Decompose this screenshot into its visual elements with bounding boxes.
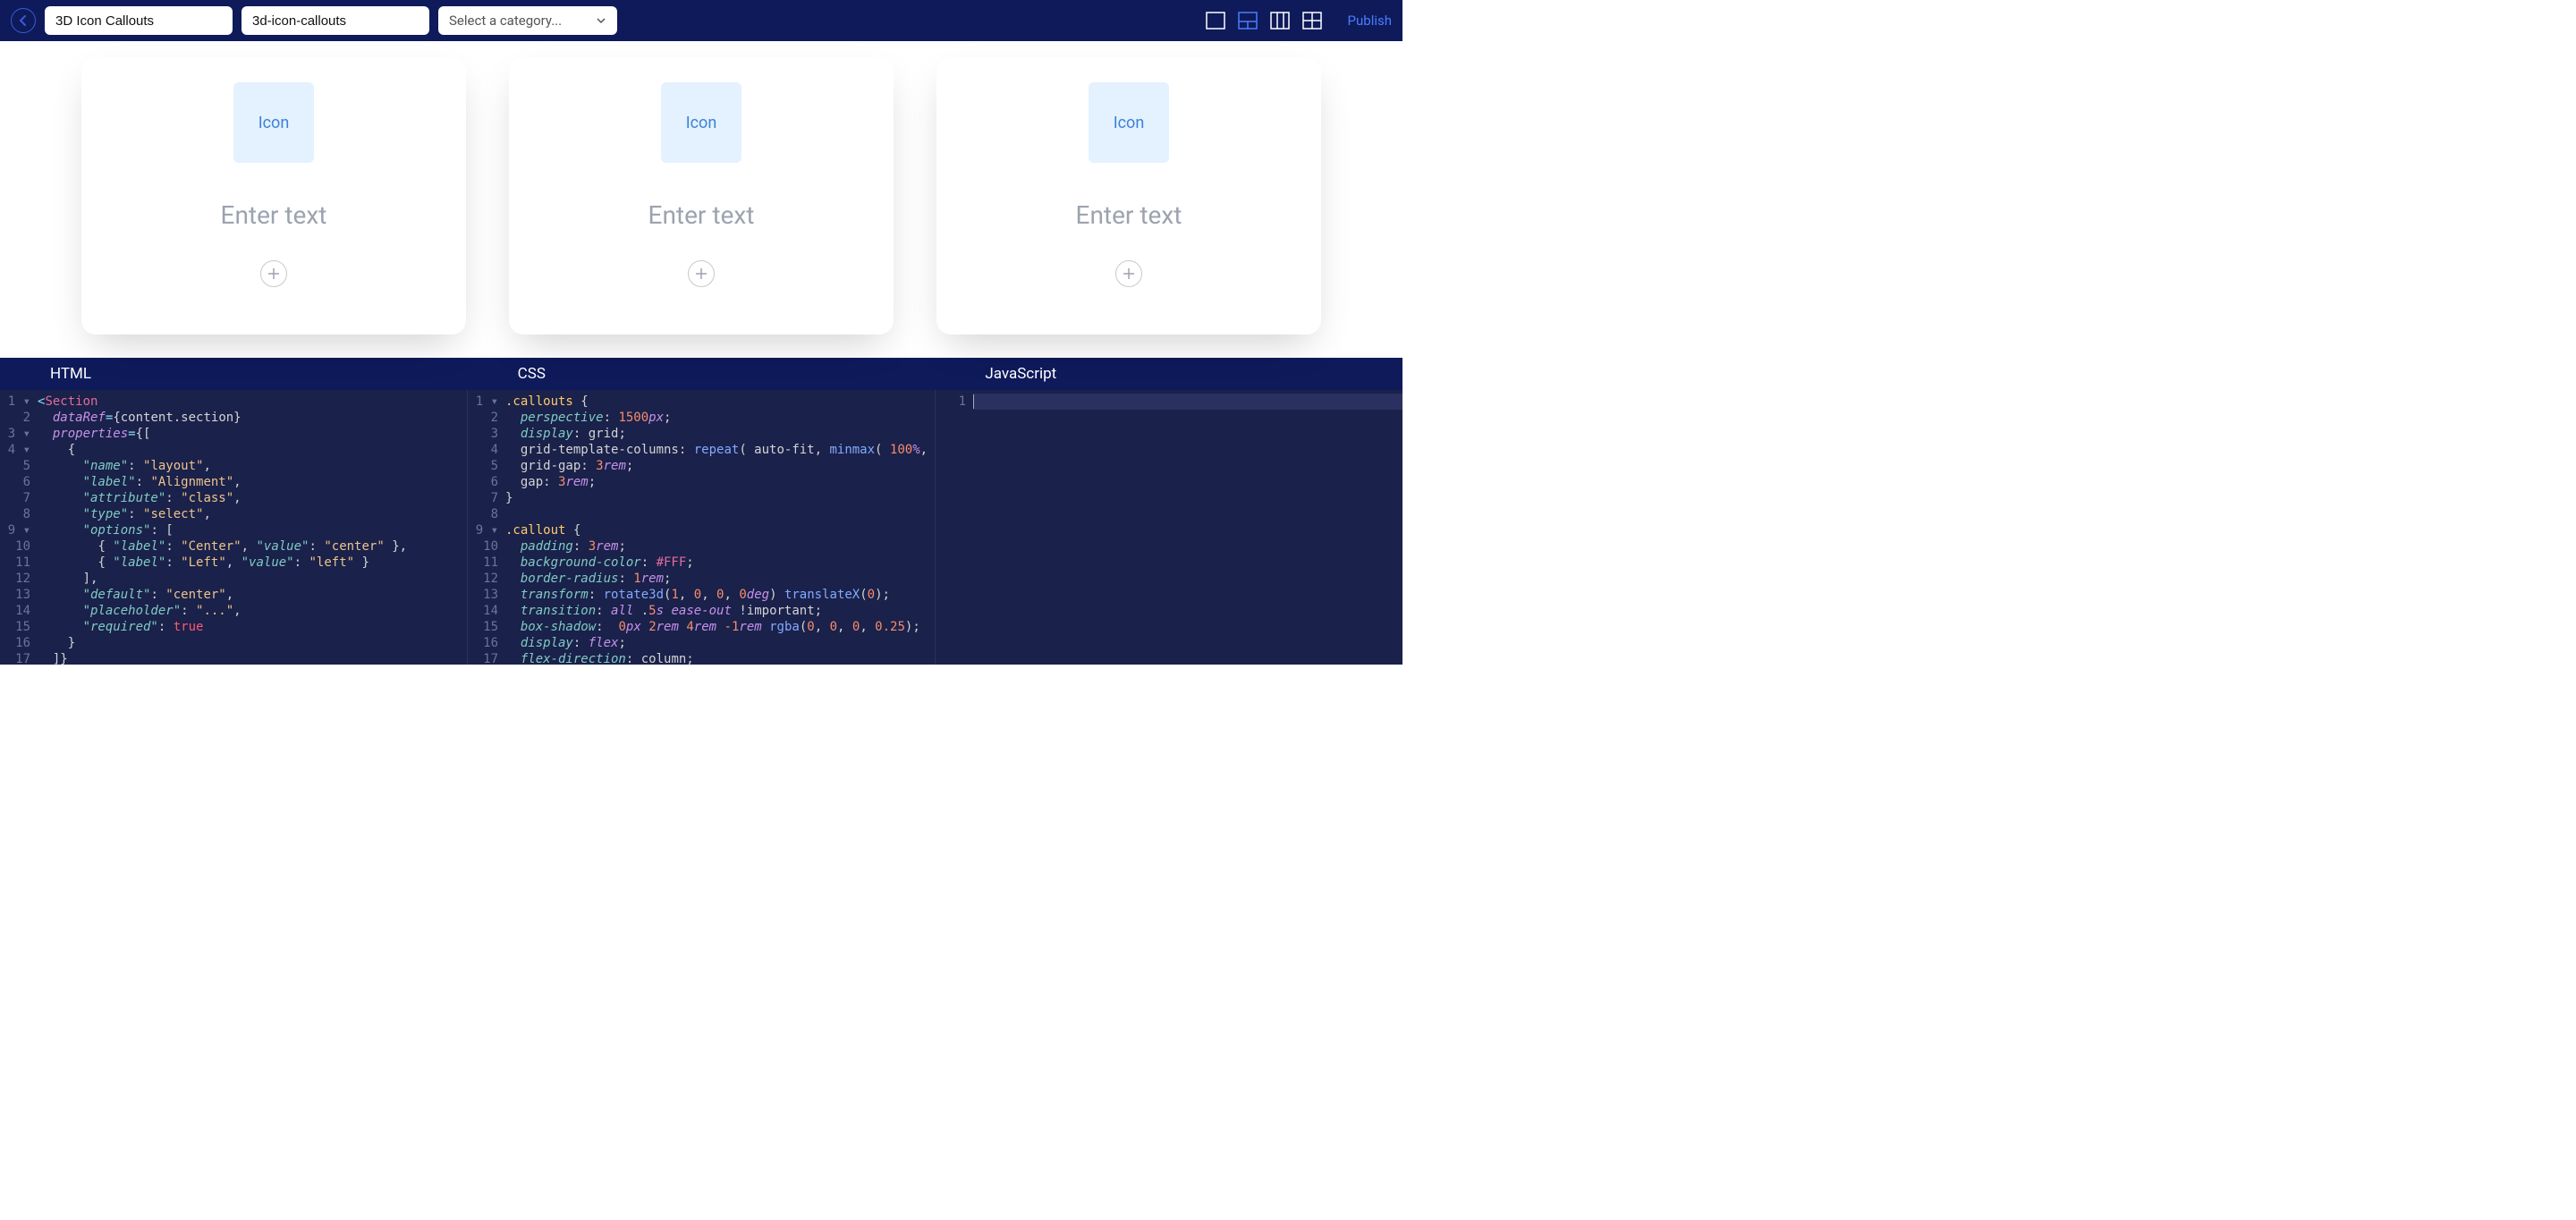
publish-button[interactable]: Publish [1348, 13, 1392, 29]
plus-icon [695, 267, 708, 280]
layout-grid-icon[interactable] [1301, 11, 1323, 30]
layout-split-bottom-icon[interactable] [1237, 11, 1258, 30]
add-button[interactable] [1115, 260, 1142, 287]
html-editor[interactable]: 1 ▾23 ▾4 ▾56789 ▾1011121314151617 <Secti… [0, 390, 468, 665]
add-button[interactable] [688, 260, 715, 287]
layout-single-icon[interactable] [1205, 11, 1226, 30]
icon-placeholder[interactable]: Icon [661, 82, 741, 163]
plus-icon [1123, 267, 1135, 280]
icon-placeholder[interactable]: Icon [233, 82, 314, 163]
css-tab[interactable]: CSS [468, 358, 936, 390]
js-editor[interactable]: 1 [936, 390, 1402, 665]
html-code[interactable]: <Section dataRef={content.section} prope… [38, 390, 467, 665]
html-gutter: 1 ▾23 ▾4 ▾56789 ▾1011121314151617 [0, 390, 38, 665]
js-gutter: 1 [936, 390, 973, 665]
text-placeholder[interactable]: Enter text [648, 200, 755, 230]
callout-card[interactable]: Icon Enter text [936, 57, 1321, 335]
title-input[interactable] [45, 6, 233, 35]
js-tab[interactable]: JavaScript [935, 358, 1402, 390]
text-placeholder[interactable]: Enter text [1076, 200, 1182, 230]
js-code[interactable] [973, 390, 1402, 665]
editors-row: 1 ▾23 ▾4 ▾56789 ▾1011121314151617 <Secti… [0, 390, 1402, 665]
html-tab[interactable]: HTML [0, 358, 468, 390]
callout-card[interactable]: Icon Enter text [509, 57, 894, 335]
css-editor[interactable]: 1 ▾23456789 ▾1011121314151617 .callouts … [468, 390, 936, 665]
cursor [973, 394, 974, 409]
callout-card[interactable]: Icon Enter text [81, 57, 466, 335]
plus-icon [267, 267, 280, 280]
back-button[interactable] [11, 8, 36, 33]
topbar: Select a category... Publish [0, 0, 1402, 41]
text-placeholder[interactable]: Enter text [221, 200, 327, 230]
category-select[interactable]: Select a category... [438, 6, 617, 35]
layout-columns-icon[interactable] [1269, 11, 1291, 30]
icon-placeholder[interactable]: Icon [1089, 82, 1169, 163]
chevron-down-icon [596, 17, 606, 24]
editor-tabs: HTML CSS JavaScript [0, 358, 1402, 390]
slug-input[interactable] [242, 6, 429, 35]
select-placeholder: Select a category... [449, 13, 562, 29]
add-button[interactable] [260, 260, 287, 287]
preview-area: Icon Enter text Icon Enter text Icon Ent… [0, 41, 1402, 358]
css-code[interactable]: .callouts { perspective: 1500px; display… [505, 390, 935, 665]
layout-switcher [1205, 11, 1323, 30]
chevron-left-icon [19, 14, 28, 27]
css-gutter: 1 ▾23456789 ▾1011121314151617 [468, 390, 505, 665]
